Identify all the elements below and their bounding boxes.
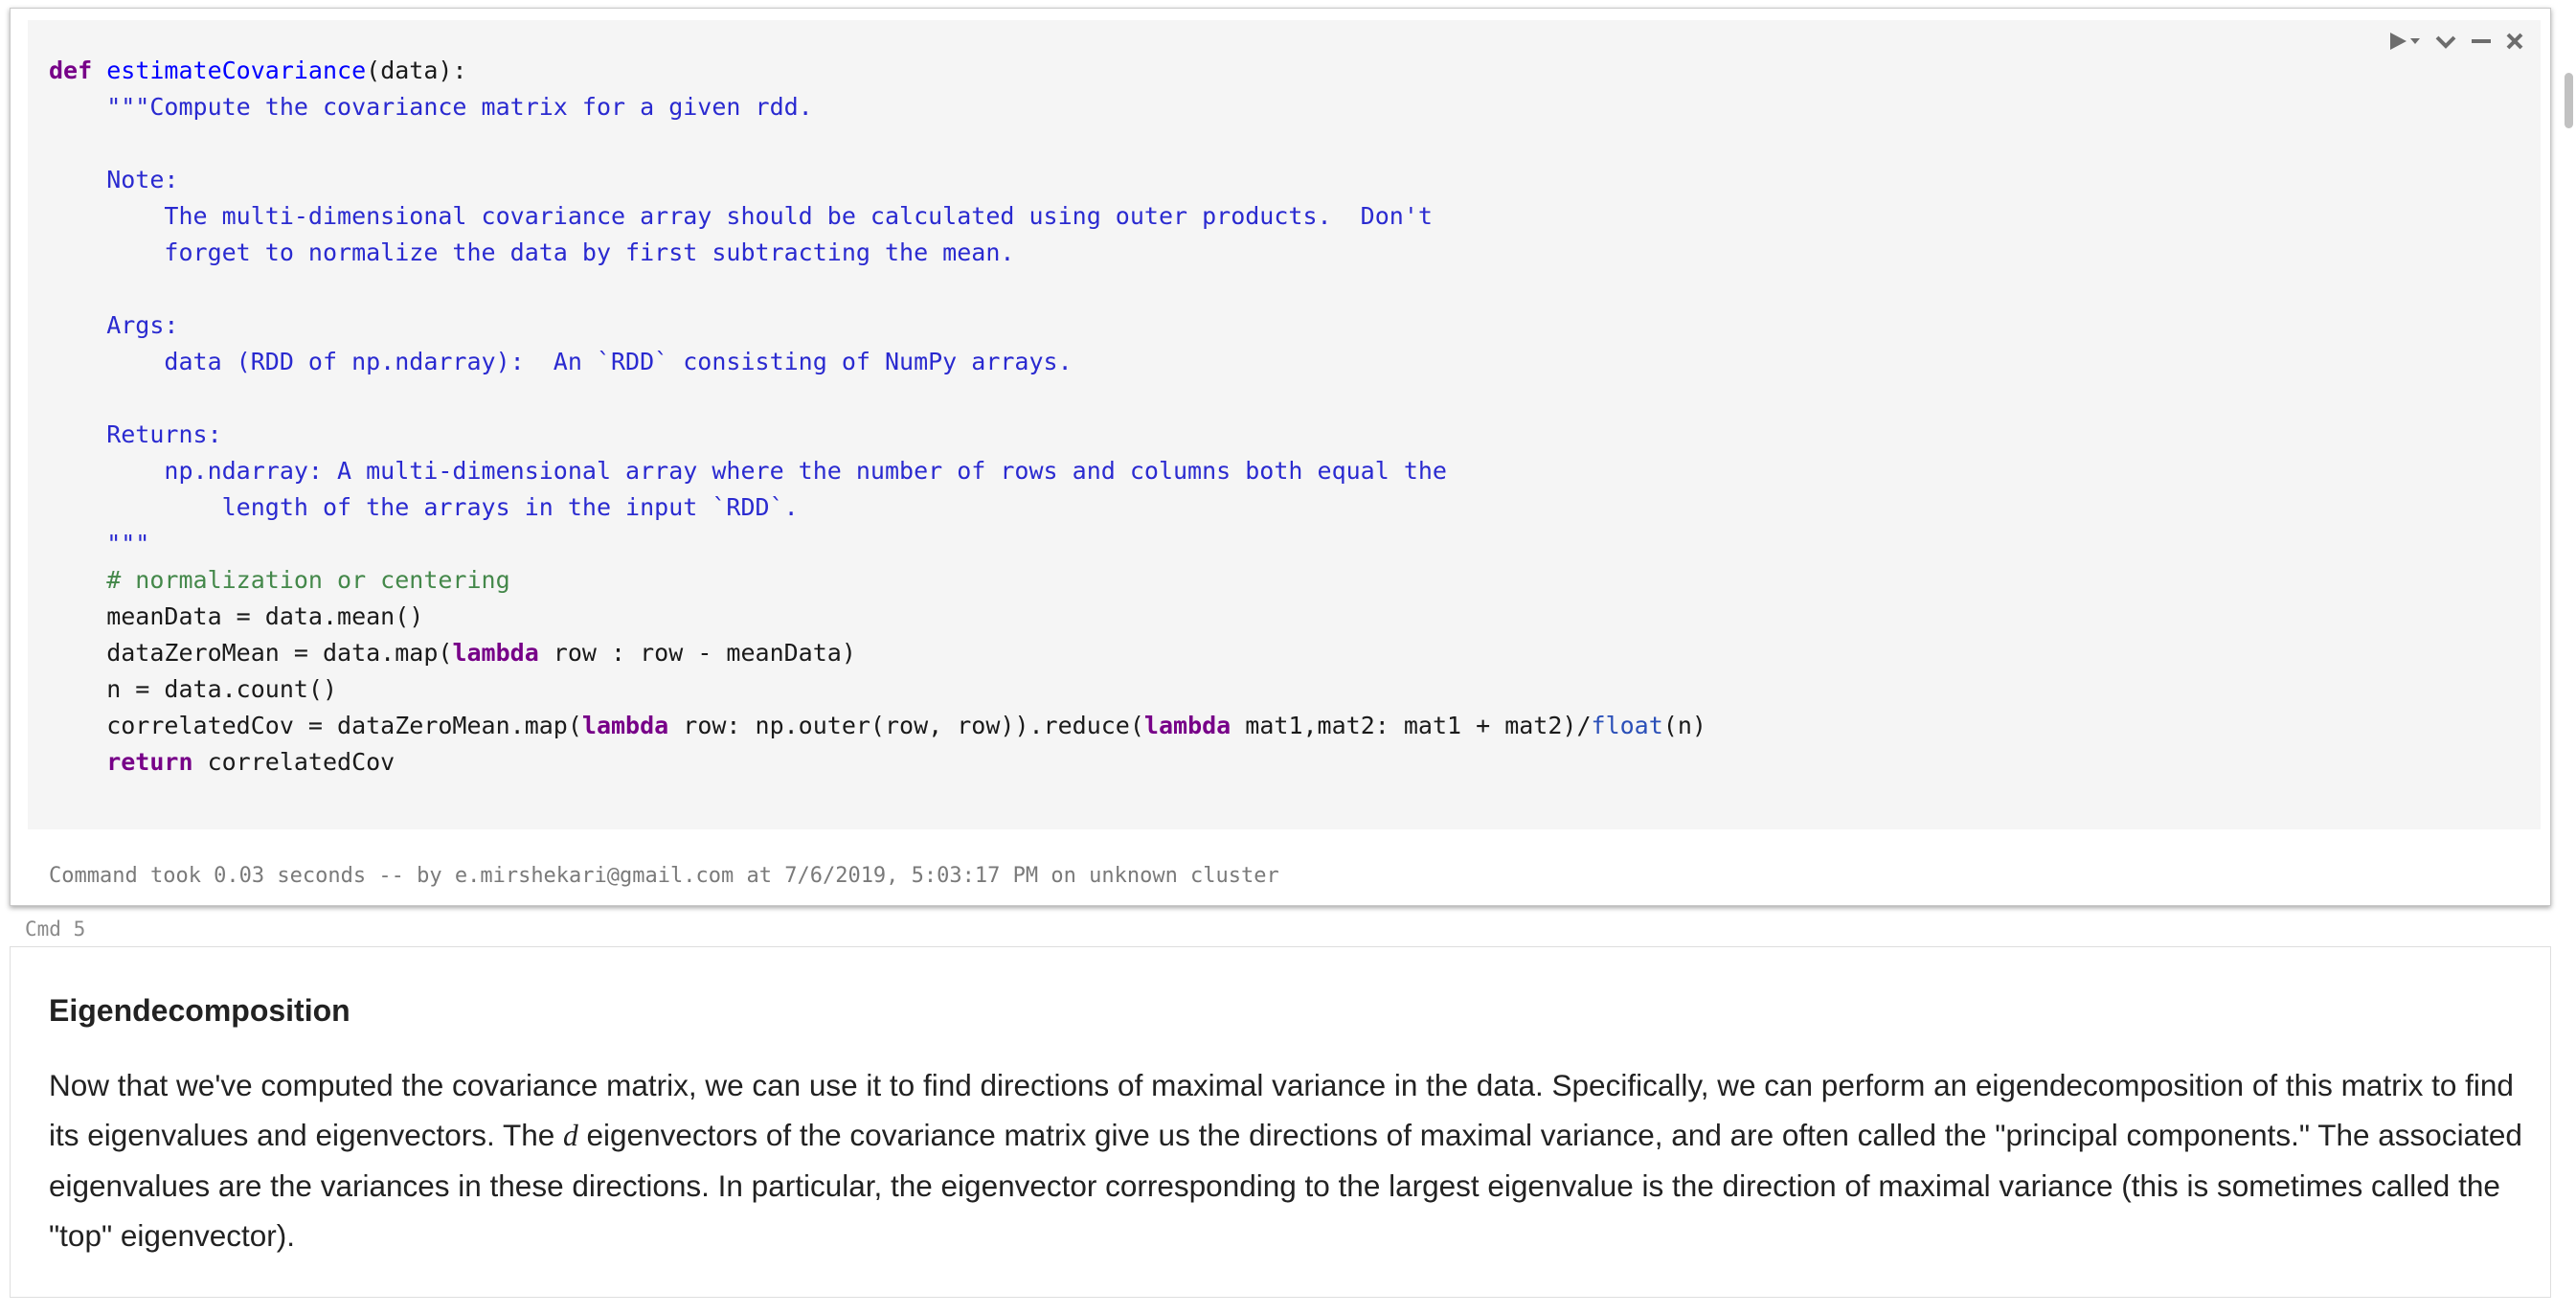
code-token: estimateCovariance: [106, 57, 367, 84]
chevron-down-icon[interactable]: [2433, 30, 2458, 53]
notebook-page: def estimateCovariance(data): """Compute…: [0, 0, 2576, 1315]
code-token: np.ndarray: A multi-dimensional array wh…: [49, 457, 1447, 485]
code-token: dataZeroMean = data.map(: [49, 639, 453, 667]
code-block[interactable]: def estimateCovariance(data): """Compute…: [49, 53, 1706, 781]
code-editor[interactable]: def estimateCovariance(data): """Compute…: [28, 20, 2541, 829]
code-token: The multi-dimensional covariance array s…: [49, 202, 1433, 230]
code-token: forget to normalize the data by first su…: [49, 238, 1015, 266]
scrollbar-thumb[interactable]: [2565, 73, 2573, 128]
command-status: Command took 0.03 seconds -- by e.mirshe…: [49, 864, 1279, 888]
code-token: """: [49, 530, 150, 557]
code-token: row: np.outer(row, row)).reduce(: [668, 712, 1144, 739]
close-icon[interactable]: [2504, 31, 2525, 52]
markdown-cell[interactable]: Eigendecomposition Now that we've comput…: [10, 946, 2551, 1298]
code-line: data (RDD of np.ndarray): An `RDD` consi…: [49, 344, 1706, 380]
code-token: (data):: [366, 57, 467, 84]
code-token: Note:: [49, 166, 179, 193]
code-token: (n): [1662, 712, 1706, 739]
code-token: Args:: [49, 311, 179, 339]
code-line: # normalization or centering: [49, 562, 1706, 599]
code-token: lambda: [1143, 712, 1232, 739]
code-token: Returns:: [49, 420, 222, 448]
code-token: meanData = data.mean(): [49, 602, 424, 630]
code-line: def estimateCovariance(data):: [49, 53, 1706, 89]
code-token: lambda: [581, 712, 669, 739]
code-token: float: [1591, 712, 1663, 739]
math-symbol: d: [563, 1119, 578, 1152]
section-heading: Eigendecomposition: [49, 993, 350, 1028]
code-token: n = data.count(): [49, 675, 338, 703]
cell-toolbar: [2387, 30, 2525, 53]
code-token: length of the arrays in the input `RDD`.: [49, 493, 799, 521]
code-line: """: [49, 526, 1706, 562]
minimize-icon[interactable]: [2470, 30, 2493, 53]
markdown-paragraph: Now that we've computed the covariance m…: [49, 1060, 2529, 1260]
code-token: return: [49, 748, 193, 776]
code-line: return correlatedCov: [49, 744, 1706, 781]
code-line: Args:: [49, 307, 1706, 344]
code-line: """Compute the covariance matrix for a g…: [49, 89, 1706, 125]
code-line: length of the arrays in the input `RDD`.: [49, 489, 1706, 526]
code-line: dataZeroMean = data.map(lambda row : row…: [49, 635, 1706, 671]
code-token: mat1,mat2: mat1 + mat2)/: [1231, 712, 1592, 739]
code-token: def: [49, 57, 93, 84]
code-line: Returns:: [49, 417, 1706, 453]
cmd-label: Cmd 5: [25, 918, 86, 941]
code-token: data (RDD of np.ndarray): An `RDD` consi…: [49, 348, 1073, 375]
code-line: Note:: [49, 162, 1706, 198]
code-line: forget to normalize the data by first su…: [49, 235, 1706, 271]
code-line: np.ndarray: A multi-dimensional array wh…: [49, 453, 1706, 489]
code-token: # normalization or centering: [49, 566, 510, 594]
code-line: meanData = data.mean(): [49, 599, 1706, 635]
code-line: n = data.count(): [49, 671, 1706, 708]
code-line: correlatedCov = dataZeroMean.map(lambda …: [49, 708, 1706, 744]
code-token: row : row - meanData): [538, 639, 856, 667]
code-line: The multi-dimensional covariance array s…: [49, 198, 1706, 235]
code-token: correlatedCov = dataZeroMean.map(: [49, 712, 582, 739]
code-token: lambda: [452, 639, 539, 667]
code-cell[interactable]: def estimateCovariance(data): """Compute…: [10, 8, 2551, 906]
run-dropdown-icon[interactable]: [2387, 30, 2422, 53]
code-token: correlatedCov: [192, 748, 395, 776]
code-token: """Compute the covariance matrix for a g…: [49, 93, 813, 121]
